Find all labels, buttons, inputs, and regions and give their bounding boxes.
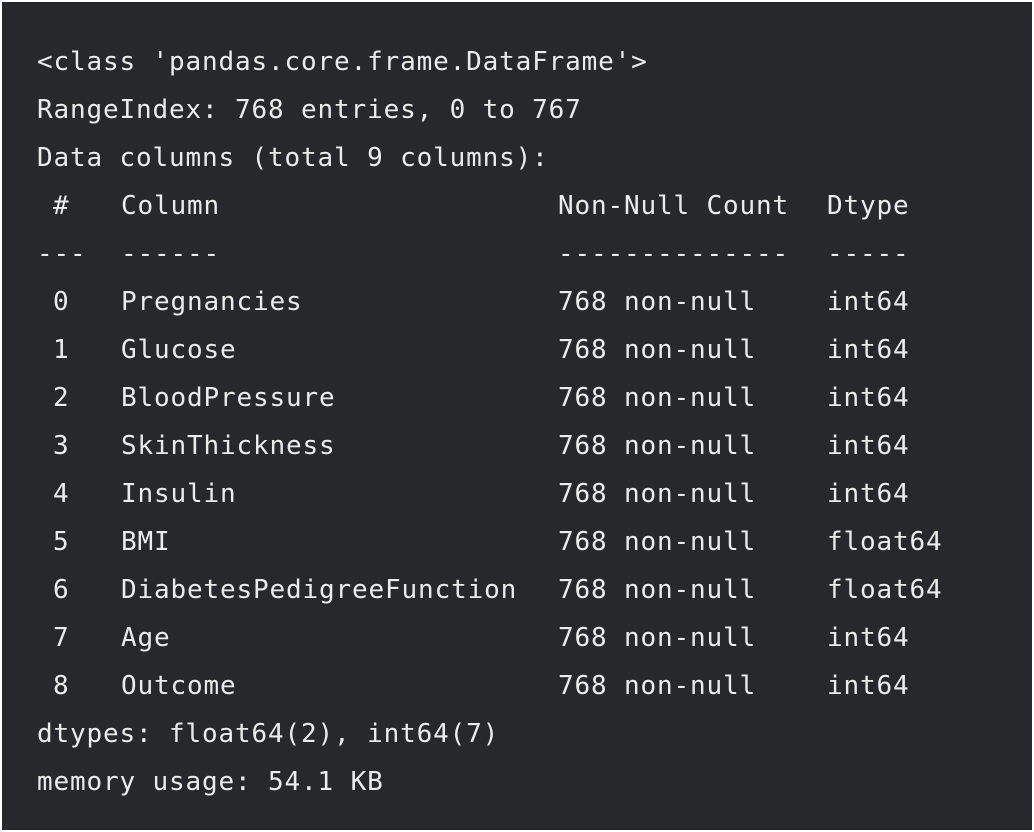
- row-index: 3: [53, 431, 70, 461]
- row-index: 7: [53, 623, 70, 653]
- row-column-name: SkinThickness: [121, 431, 336, 461]
- dataframe-info-output: <class 'pandas.core.frame.DataFrame'> Ra…: [2, 2, 1032, 830]
- header-hash: #: [53, 191, 70, 221]
- row-non-null-count: 768 non-null: [558, 671, 757, 701]
- row-column-name: Glucose: [121, 335, 237, 365]
- table-row: 2 BloodPressure 768 non-null int64: [37, 374, 1032, 422]
- row-dtype: float64: [827, 527, 943, 557]
- row-dtype: int64: [827, 287, 910, 317]
- row-column-name: DiabetesPedigreeFunction: [121, 575, 518, 605]
- row-column-name: BMI: [121, 527, 171, 557]
- header-non-null-count: Non-Null Count: [558, 191, 790, 221]
- class-line: <class 'pandas.core.frame.DataFrame'>: [37, 47, 648, 77]
- row-index: 4: [53, 479, 70, 509]
- table-row: 6 DiabetesPedigreeFunction 768 non-null …: [37, 566, 1032, 614]
- row-non-null-count: 768 non-null: [558, 479, 757, 509]
- header-column: Column: [121, 191, 221, 221]
- row-non-null-count: 768 non-null: [558, 575, 757, 605]
- row-index: 2: [53, 383, 70, 413]
- row-dtype: int64: [827, 335, 910, 365]
- table-row: 7 Age 768 non-null int64: [37, 614, 1032, 662]
- table-row: 0 Pregnancies 768 non-null int64: [37, 278, 1032, 326]
- row-dtype: int64: [827, 383, 910, 413]
- row-non-null-count: 768 non-null: [558, 431, 757, 461]
- row-column-name: Pregnancies: [121, 287, 303, 317]
- table-row: 3 SkinThickness 768 non-null int64: [37, 422, 1032, 470]
- separator-column: ------: [121, 239, 221, 269]
- row-dtype: int64: [827, 623, 910, 653]
- dtypes-summary-line: dtypes: float64(2), int64(7): [37, 719, 500, 749]
- row-index: 0: [53, 287, 70, 317]
- row-column-name: BloodPressure: [121, 383, 336, 413]
- table-header: # Column Non-Null Count Dtype: [37, 182, 1032, 230]
- row-column-name: Outcome: [121, 671, 237, 701]
- row-non-null-count: 768 non-null: [558, 335, 757, 365]
- table-row: 8 Outcome 768 non-null int64: [37, 662, 1032, 710]
- range-index-line: RangeIndex: 768 entries, 0 to 767: [37, 95, 582, 125]
- memory-usage-line: memory usage: 54.1 KB: [37, 767, 384, 797]
- row-index: 5: [53, 527, 70, 557]
- row-non-null-count: 768 non-null: [558, 527, 757, 557]
- row-dtype: int64: [827, 479, 910, 509]
- table-separator: --- ------ -------------- -----: [37, 230, 1032, 278]
- row-dtype: int64: [827, 431, 910, 461]
- data-columns-line: Data columns (total 9 columns):: [37, 143, 549, 173]
- separator-hash: ---: [37, 239, 87, 269]
- row-dtype: int64: [827, 671, 910, 701]
- separator-non-null-count: --------------: [558, 239, 790, 269]
- row-non-null-count: 768 non-null: [558, 287, 757, 317]
- row-column-name: Age: [121, 623, 171, 653]
- row-column-name: Insulin: [121, 479, 237, 509]
- table-row: 1 Glucose 768 non-null int64: [37, 326, 1032, 374]
- table-row: 5 BMI 768 non-null float64: [37, 518, 1032, 566]
- row-dtype: float64: [827, 575, 943, 605]
- row-non-null-count: 768 non-null: [558, 383, 757, 413]
- row-index: 1: [53, 335, 70, 365]
- table-row: 4 Insulin 768 non-null int64: [37, 470, 1032, 518]
- row-index: 8: [53, 671, 70, 701]
- row-non-null-count: 768 non-null: [558, 623, 757, 653]
- header-dtype: Dtype: [827, 191, 910, 221]
- row-index: 6: [53, 575, 70, 605]
- separator-dtype: -----: [827, 239, 910, 269]
